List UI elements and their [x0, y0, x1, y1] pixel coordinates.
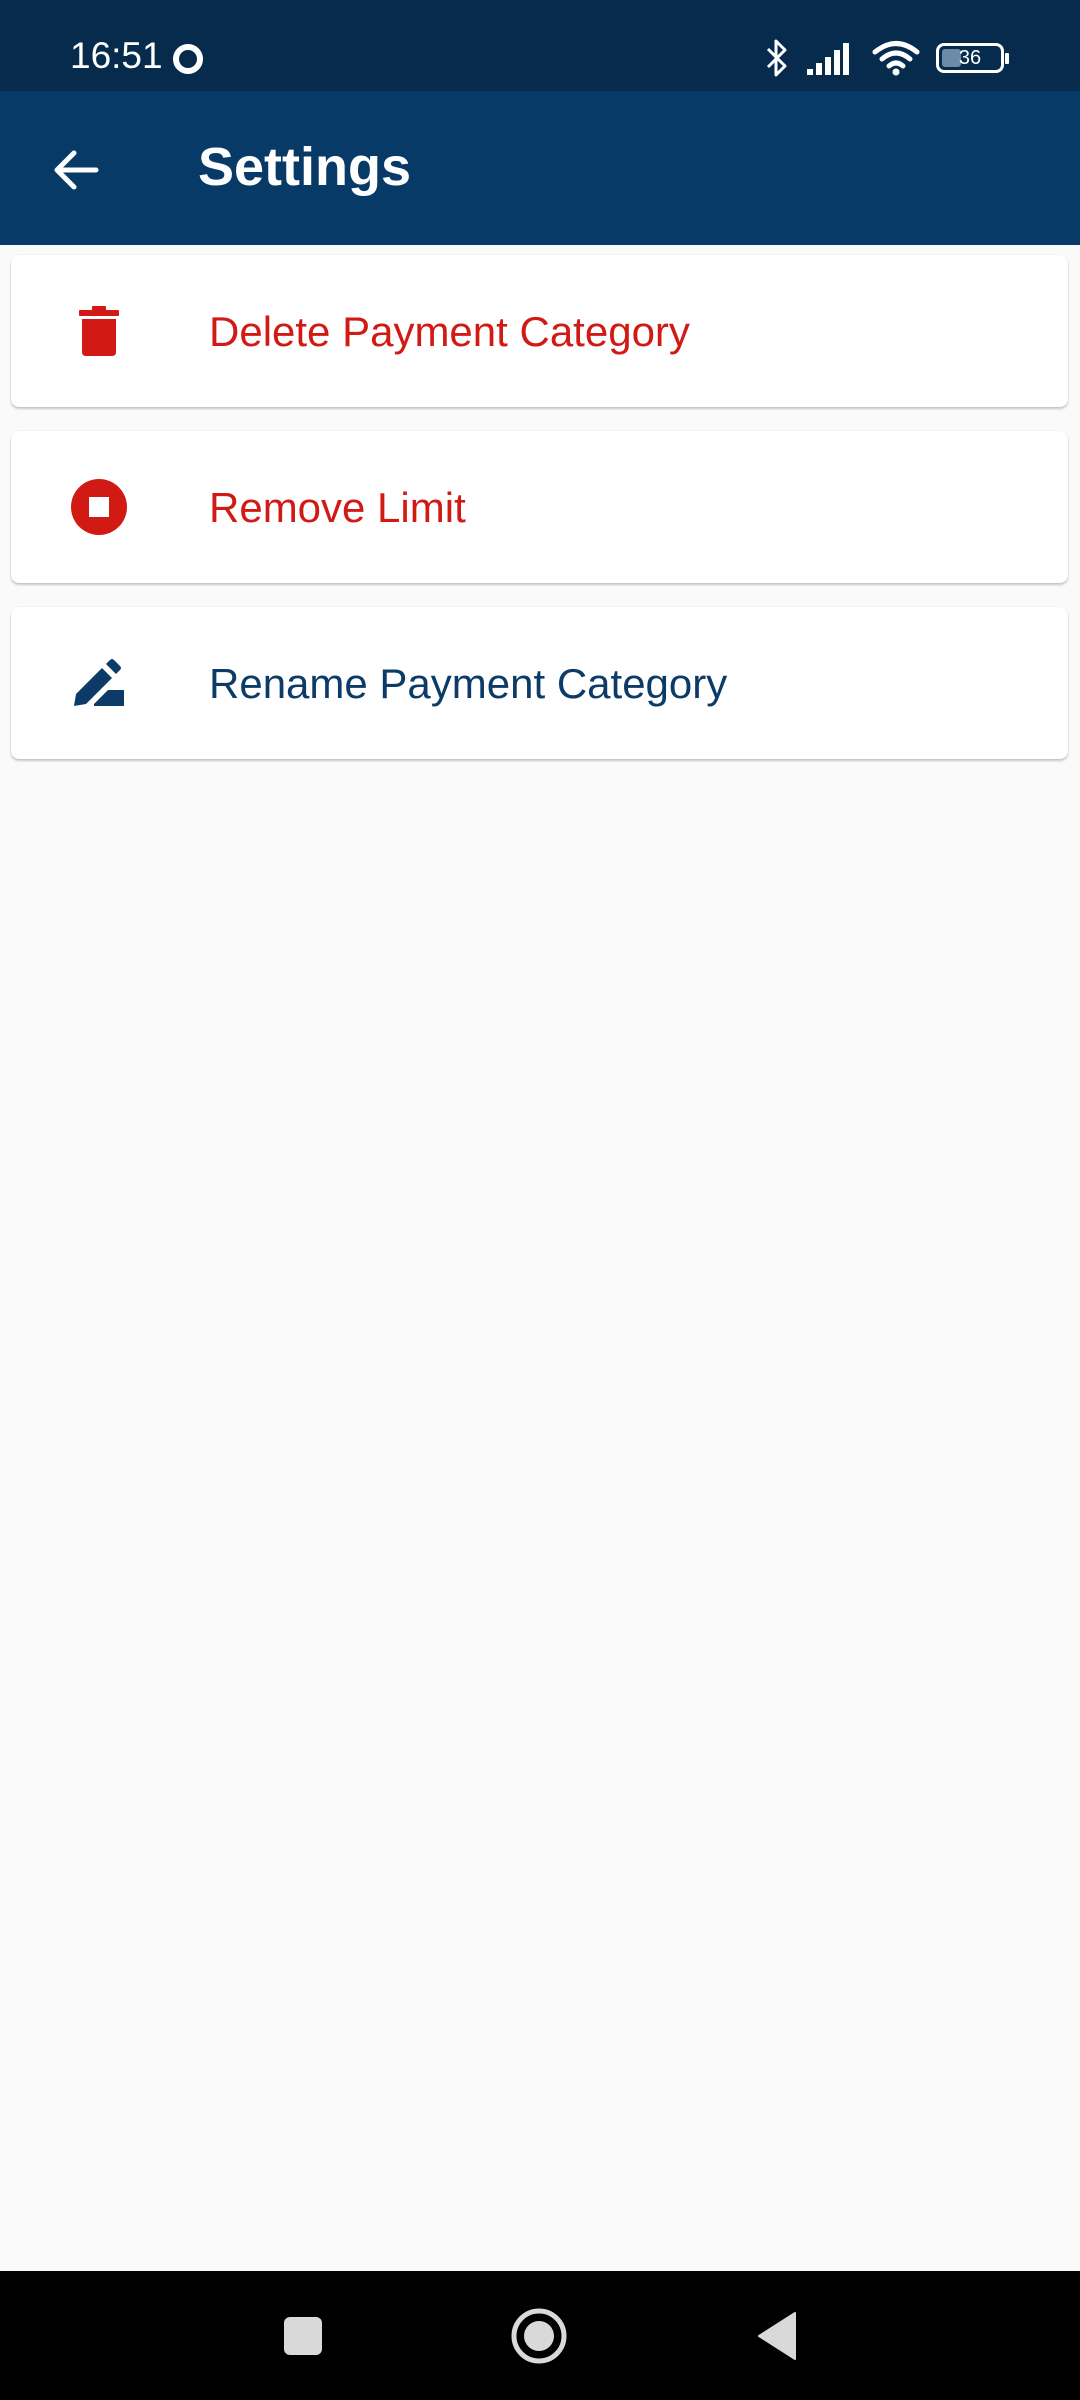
home-button[interactable] [494, 2291, 584, 2381]
stop-circle-icon [59, 477, 139, 537]
back-triangle-icon [758, 2312, 796, 2360]
remove-limit-button[interactable]: Remove Limit [11, 431, 1068, 583]
remove-limit-label: Remove Limit [209, 484, 466, 531]
trash-icon [59, 301, 139, 361]
back-nav-button[interactable] [732, 2291, 822, 2381]
bluetooth-icon [766, 39, 787, 77]
rename-payment-category-label: Rename Payment Category [209, 660, 728, 707]
battery-cap [1005, 53, 1009, 64]
system-nav-bar [0, 2271, 1080, 2400]
arrow-left-icon [54, 150, 99, 190]
recents-square-icon [284, 2317, 322, 2355]
ring-icon [173, 44, 203, 74]
delete-payment-category-label: Delete Payment Category [209, 308, 690, 355]
edit-pencil-icon [59, 653, 139, 713]
status-time: 16:51 [70, 35, 163, 76]
rename-payment-category-button[interactable]: Rename Payment Category [11, 607, 1068, 759]
page-title: Settings [198, 137, 412, 197]
back-button[interactable] [36, 130, 116, 210]
delete-payment-category-button[interactable]: Delete Payment Category [11, 255, 1068, 407]
signal-icon [807, 43, 849, 75]
app-bar: Settings [0, 91, 1080, 245]
recents-button[interactable] [258, 2291, 348, 2381]
status-icons: 36 [764, 36, 1009, 80]
battery-level: 36 [958, 47, 982, 69]
wifi-icon [872, 41, 920, 76]
battery-icon: 36 [936, 43, 1009, 73]
home-circle-icon [511, 2308, 567, 2364]
status-bar: 16:51 36 [0, 0, 1080, 91]
